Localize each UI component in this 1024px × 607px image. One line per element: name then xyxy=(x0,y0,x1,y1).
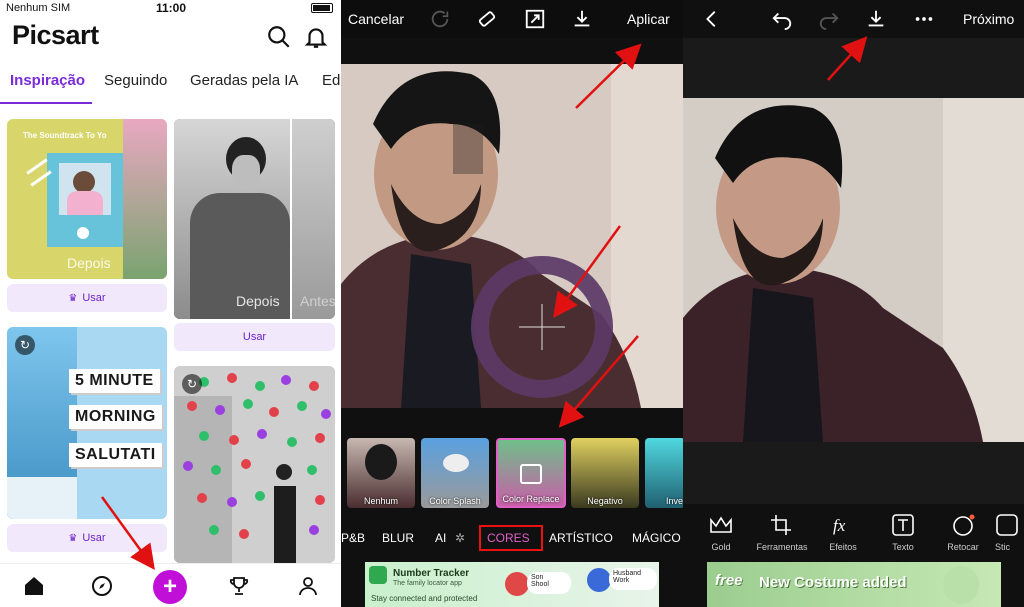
arrow-to-apply xyxy=(575,43,642,109)
annotation-arrows xyxy=(100,36,868,571)
arrow-to-download xyxy=(827,36,868,81)
arrow-to-color-replace xyxy=(558,335,639,428)
arrow-to-plus xyxy=(100,496,155,571)
arrow-to-picker xyxy=(553,225,622,319)
